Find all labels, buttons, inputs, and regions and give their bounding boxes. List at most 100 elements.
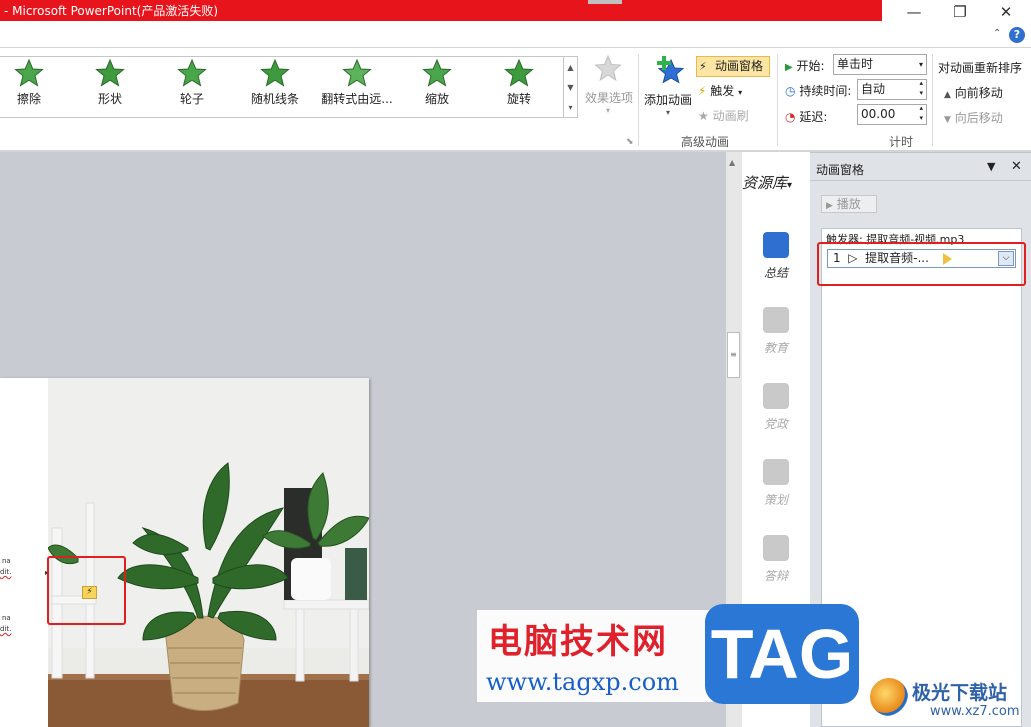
gallery-scroll-down[interactable]: ▼ <box>563 77 577 97</box>
close-button[interactable]: ✕ <box>983 0 1029 24</box>
move-later-button[interactable]: ▼ 向后移动 <box>944 109 1003 126</box>
gallery-item[interactable]: 轮子 <box>153 58 231 110</box>
play-icon: ▶ <box>826 201 833 211</box>
pane-close-icon[interactable]: ✕ <box>1011 159 1022 174</box>
separator <box>638 54 639 146</box>
restore-button[interactable]: ❐ <box>937 0 983 24</box>
chevron-down-icon: ▾ <box>787 180 793 191</box>
animation-pane-button[interactable]: ⚡ 动画窗格 <box>696 56 770 77</box>
gallery-item[interactable]: 翻转式由远... <box>318 58 396 110</box>
gallery-item[interactable]: 缩放 <box>398 58 476 110</box>
scrollbar-thumb[interactable]: ≡ <box>727 332 740 378</box>
close-icon: ✕ <box>999 3 1013 21</box>
sidebar-item-icon <box>763 459 789 485</box>
minimize-icon: — <box>906 3 922 21</box>
animation-painter-icon: ★ <box>698 109 709 123</box>
chevron-down-icon: ▾ <box>918 60 923 69</box>
star-random-bars-icon <box>260 58 290 87</box>
slide-canvas[interactable]: na dit. na dit. <box>0 378 369 727</box>
separator <box>932 54 933 146</box>
add-animation-arrow: ▾ <box>665 108 670 117</box>
star-wipe-icon <box>14 58 44 87</box>
add-animation-icon <box>657 56 685 84</box>
trigger-button[interactable]: ⚡ 触发 ▾ <box>698 82 742 99</box>
move-earlier-button[interactable]: ▲ 向前移动 <box>944 84 1003 101</box>
gallery-item[interactable]: 旋转 <box>480 58 558 110</box>
sidebar-item-icon <box>763 383 789 409</box>
delay-label: ◔ 延迟: <box>785 110 828 124</box>
play-small-icon: ▶ <box>785 62 793 73</box>
watermark-site-name: 电脑技术网 <box>488 622 668 662</box>
sidebar-item[interactable]: 策划 <box>742 459 810 508</box>
duration-field[interactable]: 自动 ▴ ▾ <box>857 79 927 100</box>
pane-title: 动画窗格 <box>816 163 865 177</box>
slide-text-snippet: na <box>2 557 11 565</box>
star-zoom-icon <box>422 58 452 87</box>
clock-icon: ◷ <box>785 84 796 98</box>
star-shape-icon <box>95 58 125 87</box>
dialog-launcher-icon[interactable]: ⬊ <box>626 137 634 147</box>
sidebar-item-icon <box>763 307 789 333</box>
collapse-ribbon-icon[interactable]: ⌃ <box>993 28 1001 39</box>
quick-access-marker <box>588 0 622 4</box>
start-dropdown[interactable]: 单击时 ▾ <box>833 54 927 75</box>
gallery-item[interactable]: 擦除 <box>0 58 68 110</box>
watermark-url: www.tagxp.com <box>486 668 679 696</box>
delay-icon: ◔ <box>785 110 796 124</box>
scroll-up-arrow[interactable]: ▲ <box>729 158 735 167</box>
spinner-icon[interactable]: ▴ ▾ <box>919 103 923 123</box>
gallery-more[interactable]: ▾ <box>563 97 577 117</box>
restore-icon: ❐ <box>953 3 967 21</box>
slide-text-snippet: dit. <box>0 568 12 576</box>
effect-options-button[interactable]: 效果选项 ▾ <box>585 54 633 115</box>
sidebar-item[interactable]: 教育 <box>742 307 810 356</box>
star-spin-icon <box>504 58 534 87</box>
plant-photo-illustration <box>48 378 369 727</box>
trigger-arrow: ▾ <box>738 88 743 97</box>
animation-painter-button[interactable]: ★ 动画刷 <box>698 107 749 124</box>
start-label: ▶ 开始: <box>785 59 825 73</box>
watermark-jiguang-url: www.xz7.com <box>930 704 1020 719</box>
slide-text-snippet: na <box>2 614 11 622</box>
timing-group-label: 计时 <box>889 135 914 149</box>
spinner-icon[interactable]: ▴ ▾ <box>919 78 923 98</box>
sidebar-item-icon <box>763 232 789 258</box>
duration-label: ◷ 持续时间: <box>785 84 852 98</box>
arrow-down-icon: ▼ <box>944 115 951 125</box>
delay-field[interactable]: 00.00 ▴ ▾ <box>857 104 927 125</box>
arrow-up-icon: ▲ <box>944 90 951 100</box>
gallery-scroll-up[interactable]: ▲ <box>563 57 577 77</box>
gallery-item[interactable]: 形状 <box>71 58 149 110</box>
watermark-tag-logo: TAG <box>705 604 859 704</box>
minimize-button[interactable]: — <box>891 0 937 24</box>
reorder-title: 对动画重新排序 <box>938 61 1023 75</box>
sidebar-item[interactable]: 总结 <box>742 232 810 281</box>
separator <box>777 54 778 146</box>
watermark-jiguang: 极光下载站 <box>912 682 1008 704</box>
sidebar-item-icon <box>763 535 789 561</box>
pane-border <box>810 152 1031 153</box>
animation-pane-icon: ⚡ <box>699 60 707 73</box>
sidebar-item[interactable]: 答辩 <box>742 535 810 584</box>
help-icon[interactable]: ? <box>1009 27 1025 43</box>
play-button[interactable]: ▶ 播放 <box>821 195 877 213</box>
resource-library-header[interactable]: 资源库▾ <box>742 172 792 193</box>
star-wheel-icon <box>177 58 207 87</box>
window-title: - Microsoft PowerPoint(产品激活失败) <box>4 4 219 18</box>
trigger-icon: ⚡ <box>698 84 707 98</box>
pane-menu-icon[interactable]: ▼ <box>987 160 995 173</box>
effect-options-arrow: ▾ <box>605 106 610 115</box>
sidebar-item[interactable]: 党政 <box>742 383 810 432</box>
gallery-item[interactable]: 随机线条 <box>236 58 314 110</box>
highlight-box-pane <box>817 242 1026 286</box>
effect-options-icon <box>594 54 622 82</box>
jiguang-logo-icon <box>870 678 908 716</box>
star-flip-icon <box>342 58 372 87</box>
ribbon-tab-divider <box>0 47 1031 48</box>
highlight-box-slide <box>47 556 126 625</box>
advanced-animation-group-label: 高级动画 <box>681 135 730 149</box>
pane-header-divider <box>810 180 1031 181</box>
add-animation-button[interactable]: 添加动画 ▾ <box>642 54 694 117</box>
slide-text-snippet: dit. <box>0 625 12 633</box>
plant-photo[interactable] <box>48 378 369 727</box>
